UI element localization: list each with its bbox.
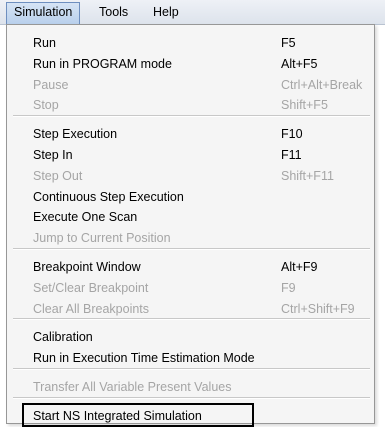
menu-item-step-in[interactable]: Step In F11 — [17, 145, 372, 165]
menu-item-label: Run — [33, 36, 56, 50]
menu-item-shortcut: Ctrl+Alt+Break — [281, 77, 363, 92]
menu-item-shortcut: F11 — [281, 148, 302, 162]
menu-help[interactable]: Help — [146, 3, 186, 21]
menu-item-label: Step Execution — [33, 127, 118, 142]
menu-item-jump-to-current-position[interactable]: Jump to Current Position — [17, 228, 372, 248]
menu-item-shortcut: F9 — [281, 280, 296, 295]
menu-item-transfer-all-variable-present-values[interactable]: Transfer All Variable Present Values — [17, 377, 372, 397]
menu-separator — [13, 318, 370, 321]
menu-item-start-ns-integrated-simulation[interactable]: Start NS Integrated Simulation — [17, 402, 372, 427]
menu-item-shortcut: Alt+F5 — [281, 56, 318, 71]
menu-tools[interactable]: Tools — [92, 3, 135, 21]
menu-item-stop[interactable]: Stop Shift+F5 — [17, 95, 372, 115]
menu-item-clear-all-breakpoints[interactable]: Clear All Breakpoints Ctrl+Shift+F9 — [17, 299, 372, 319]
menu-separator — [13, 248, 370, 250]
menu-item-label: Run in Execution Time Estimation Mode — [33, 351, 255, 366]
menu-item-label: Continuous Step Execution — [33, 189, 184, 204]
menu-item-step-out[interactable]: Step Out Shift+F11 — [17, 166, 372, 186]
menu-item-run-in-program-mode[interactable]: Run in PROGRAM mode Alt+F5 — [17, 54, 372, 74]
menu-separator — [13, 396, 370, 399]
menu-item-shortcut: Shift+F11 — [281, 168, 334, 183]
menu-separator — [13, 368, 370, 370]
menu-item-breakpoint-window[interactable]: Breakpoint Window Alt+F9 — [17, 257, 372, 277]
simulation-dropdown-menu: Run F5 Run in PROGRAM mode Alt+F5 Pause Ctrl+… — [6, 24, 375, 427]
menu-item-set-clear-breakpoint[interactable]: Set/Clear Breakpoint F9 — [17, 278, 372, 298]
menu-item-pause[interactable]: Pause Ctrl+Alt+Break — [17, 75, 372, 95]
menu-item-label: Execute One Scan — [33, 210, 138, 225]
menu-item-run-in-execution-time-estimation-mode[interactable]: Run in Execution Time Estimation Mode — [17, 348, 372, 368]
menu-item-shortcut: F5 — [281, 36, 296, 50]
menu-simulation[interactable]: Simulation — [6, 2, 81, 24]
menu-item-label: Step Out — [33, 168, 83, 183]
menu-item-shortcut: Shift+F5 — [281, 98, 328, 113]
menu-item-label: Transfer All Variable Present Values — [33, 380, 232, 394]
menu-item-shortcut: F10 — [281, 127, 303, 142]
menu-item-calibration[interactable]: Calibration — [17, 327, 372, 347]
menu-item-run[interactable]: Run F5 — [17, 33, 372, 53]
menu-item-label: Clear All Breakpoints — [33, 301, 150, 316]
menu-item-continuous-step-execution[interactable]: Continuous Step Execution — [17, 187, 372, 207]
menu-item-label: Pause — [33, 77, 69, 92]
menu-item-label: Jump to Current Position — [33, 231, 171, 246]
menu-item-execute-one-scan[interactable]: Execute One Scan — [17, 207, 372, 227]
menu-item-label: Step In — [33, 148, 73, 162]
menu-item-label: Set/Clear Breakpoint — [33, 280, 149, 295]
menu-item-shortcut: Alt+F9 — [281, 260, 318, 274]
menu-item-label: Calibration — [33, 330, 93, 345]
menu-item-step-execution[interactable]: Step Execution F10 — [17, 124, 372, 144]
menu-separator — [13, 115, 370, 118]
menu-item-label: Run in PROGRAM mode — [33, 56, 172, 71]
menu-item-label: Breakpoint Window — [33, 260, 141, 274]
menu-bar: Simulation Tools Help — [0, 0, 385, 25]
menu-item-label: Stop — [33, 98, 59, 113]
menu-item-label: Start NS Integrated Simulation — [33, 408, 202, 423]
menu-item-shortcut: Ctrl+Shift+F9 — [281, 301, 355, 316]
